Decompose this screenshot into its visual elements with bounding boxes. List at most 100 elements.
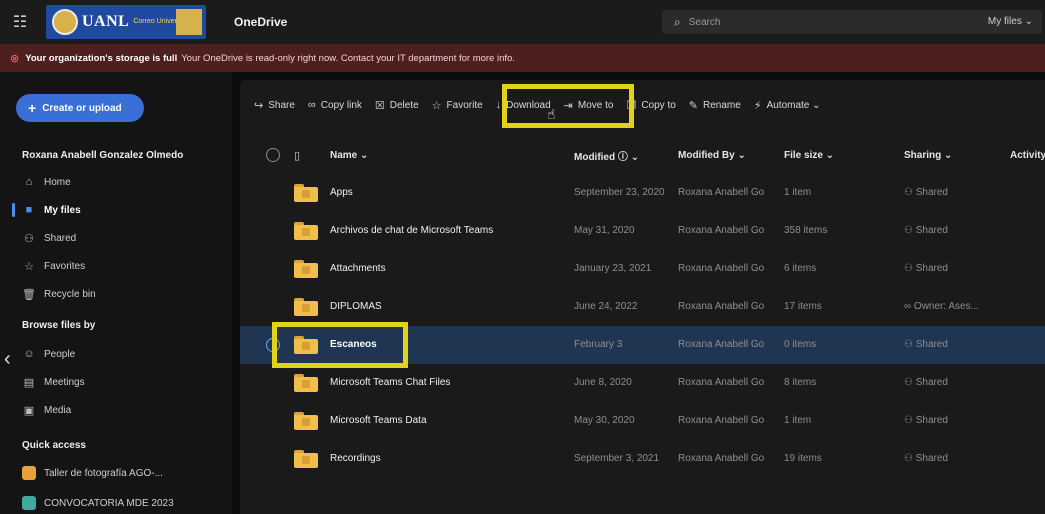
rename-button[interactable]: ✎ Rename <box>689 99 741 112</box>
favorite-button[interactable]: ☆ Favorite <box>432 99 483 112</box>
column-modified-by[interactable]: Modified By ⌄ <box>678 150 782 161</box>
table-row[interactable]: DIPLOMAS June 24, 2022 Roxana Anabell Go… <box>240 288 1045 326</box>
sidebar-item-home[interactable]: ⌂ Home <box>22 176 71 188</box>
file-name[interactable]: Apps <box>330 187 560 198</box>
automate-button[interactable]: ⚡ Automate ⌄ <box>754 99 821 112</box>
quick-access-item[interactable]: CONVOCATORIA MDE 2023 <box>22 496 174 510</box>
file-size: 6 items <box>784 263 817 274</box>
search-scope-dropdown[interactable]: My files ⌄ <box>988 16 1033 27</box>
left-sidebar: + Create or upload Roxana Anabell Gonzal… <box>0 72 232 514</box>
column-file-size-label: File size <box>784 149 823 161</box>
create-or-upload-button[interactable]: + Create or upload <box>16 94 144 122</box>
column-file-size[interactable]: File size ⌄ <box>784 150 894 161</box>
delete-button[interactable]: ☒ Delete <box>375 99 419 112</box>
file-name[interactable]: Archivos de chat de Microsoft Teams <box>330 225 560 236</box>
file-modified: September 3, 2021 <box>574 453 660 464</box>
table-row[interactable]: Microsoft Teams Chat Files June 8, 2020 … <box>240 364 1045 402</box>
file-modified: February 3 <box>574 339 623 350</box>
chevron-left-icon[interactable]: ‹ <box>4 348 11 371</box>
column-modified[interactable]: Modified ⓘ ⌄ <box>574 148 674 163</box>
folder-icon <box>294 222 318 240</box>
column-sharing[interactable]: Sharing ⌄ <box>904 150 1004 161</box>
select-all-checkbox[interactable] <box>266 148 280 162</box>
rename-label: Rename <box>703 99 741 111</box>
file-type-icon[interactable]: ▯ <box>294 149 300 162</box>
table-row[interactable]: Recordings September 3, 2021 Roxana Anab… <box>240 440 1045 478</box>
column-header-row: ▯ Name ⌄ Modified ⓘ ⌄ Modified By ⌄ File… <box>240 138 1045 172</box>
file-sharing: ⚇ Shared <box>904 187 1004 198</box>
search-icon: ⌕ <box>674 14 681 29</box>
table-row[interactable]: Microsoft Teams Data May 30, 2020 Roxana… <box>240 402 1045 440</box>
table-row[interactable]: Archivos de chat de Microsoft Teams May … <box>240 212 1045 250</box>
file-modified: January 23, 2021 <box>574 263 652 274</box>
shared-icon: ⚇ <box>904 377 913 388</box>
file-sharing: ⚇ Shared <box>904 263 1004 274</box>
shared-icon: ⚇ <box>904 225 913 236</box>
shared-icon: ⚇ <box>904 453 913 464</box>
home-icon: ⌂ <box>25 176 33 188</box>
file-sharing: ⚇ Shared <box>904 377 1004 388</box>
search-placeholder: Search <box>688 16 721 28</box>
sidebar-item-shared[interactable]: ⚇ Shared <box>22 232 76 245</box>
file-sharing-label: Shared <box>915 339 948 350</box>
file-modified-by: Roxana Anabell Go <box>678 187 765 198</box>
copy-link-label: Copy link <box>320 99 362 111</box>
plus-icon: + <box>28 100 37 116</box>
sidebar-item-label: People <box>44 348 76 360</box>
share-icon: ↪ <box>254 99 264 112</box>
sidebar-item-label: Recycle bin <box>44 289 96 300</box>
university-seal <box>52 9 78 35</box>
search-input[interactable]: ⌕ Search <box>662 10 1042 34</box>
file-sharing: ⚇ Shared <box>904 225 1004 236</box>
column-activity[interactable]: Activity <box>1010 150 1045 161</box>
sidebar-item-my-files[interactable]: ■ My files <box>22 204 81 216</box>
sidebar-item-recycle-bin[interactable]: 🗑︎ Recycle bin <box>22 288 96 301</box>
quick-access-item[interactable]: Taller de fotografía AGO-... <box>22 466 163 480</box>
rename-icon: ✎ <box>688 99 699 112</box>
file-modified-by: Roxana Anabell Go <box>678 415 765 426</box>
file-modified-by: Roxana Anabell Go <box>678 263 765 274</box>
storage-full-banner: ⊗ Your organization's storage is full Yo… <box>0 44 1045 72</box>
star-icon: ☆ <box>24 261 34 273</box>
app-name[interactable]: OneDrive <box>234 15 287 29</box>
column-name[interactable]: Name ⌄ <box>330 150 560 161</box>
sidebar-item-media[interactable]: ▣ Media <box>22 404 71 417</box>
chevron-down-icon: ⌄ <box>812 99 821 111</box>
app-launcher-icon[interactable]: ☷ <box>6 8 34 36</box>
sidebar-item-people[interactable]: ☺ People <box>22 348 75 360</box>
file-name[interactable]: Microsoft Teams Data <box>330 415 560 426</box>
folder-icon <box>294 412 318 430</box>
file-name[interactable]: Recordings <box>330 453 560 464</box>
file-sharing-label: Shared <box>915 187 948 198</box>
link-icon: ∞ <box>904 301 912 312</box>
file-sharing: ⚇ Shared <box>904 453 1004 464</box>
organization-logo[interactable]: UANL Correo Universitario <box>46 5 206 39</box>
file-name[interactable]: Microsoft Teams Chat Files <box>330 377 560 388</box>
site-icon <box>22 496 36 510</box>
file-name[interactable]: DIPLOMAS <box>330 301 560 312</box>
folder-icon <box>294 184 318 202</box>
quick-access-label: CONVOCATORIA MDE 2023 <box>44 497 174 509</box>
table-row[interactable]: Attachments January 23, 2021 Roxana Anab… <box>240 250 1045 288</box>
share-button[interactable]: ↪ Share <box>254 99 295 112</box>
sidebar-item-favorites[interactable]: ☆ Favorites <box>22 260 85 273</box>
file-sharing: ⚇ Shared <box>904 415 1004 426</box>
sidebar-item-meetings[interactable]: ▤ Meetings <box>22 376 85 389</box>
column-sharing-label: Sharing <box>904 149 942 161</box>
table-row[interactable]: Apps September 23, 2020 Roxana Anabell G… <box>240 174 1045 212</box>
share-label: Share <box>268 99 295 111</box>
file-sharing: ⚇ Shared <box>904 339 1004 350</box>
file-list-pane: ↪ Share ∞ Copy link ☒ Delete ☆ Favorite ↓ Dow… <box>240 80 1045 514</box>
delete-label: Delete <box>389 99 419 111</box>
file-size: 1 item <box>784 187 812 198</box>
file-size: 19 items <box>784 453 822 464</box>
file-modified-by: Roxana Anabell Go <box>678 453 765 464</box>
star-icon: ☆ <box>431 99 442 112</box>
file-sharing-label: Shared <box>915 225 948 236</box>
folder-icon <box>294 374 318 392</box>
sidebar-item-label: Favorites <box>44 261 86 272</box>
copy-link-button[interactable]: ∞ Copy link <box>308 99 362 111</box>
column-modified-by-label: Modified By <box>678 149 735 161</box>
file-name[interactable]: Attachments <box>330 263 560 274</box>
automate-icon: ⚡ <box>753 99 762 112</box>
